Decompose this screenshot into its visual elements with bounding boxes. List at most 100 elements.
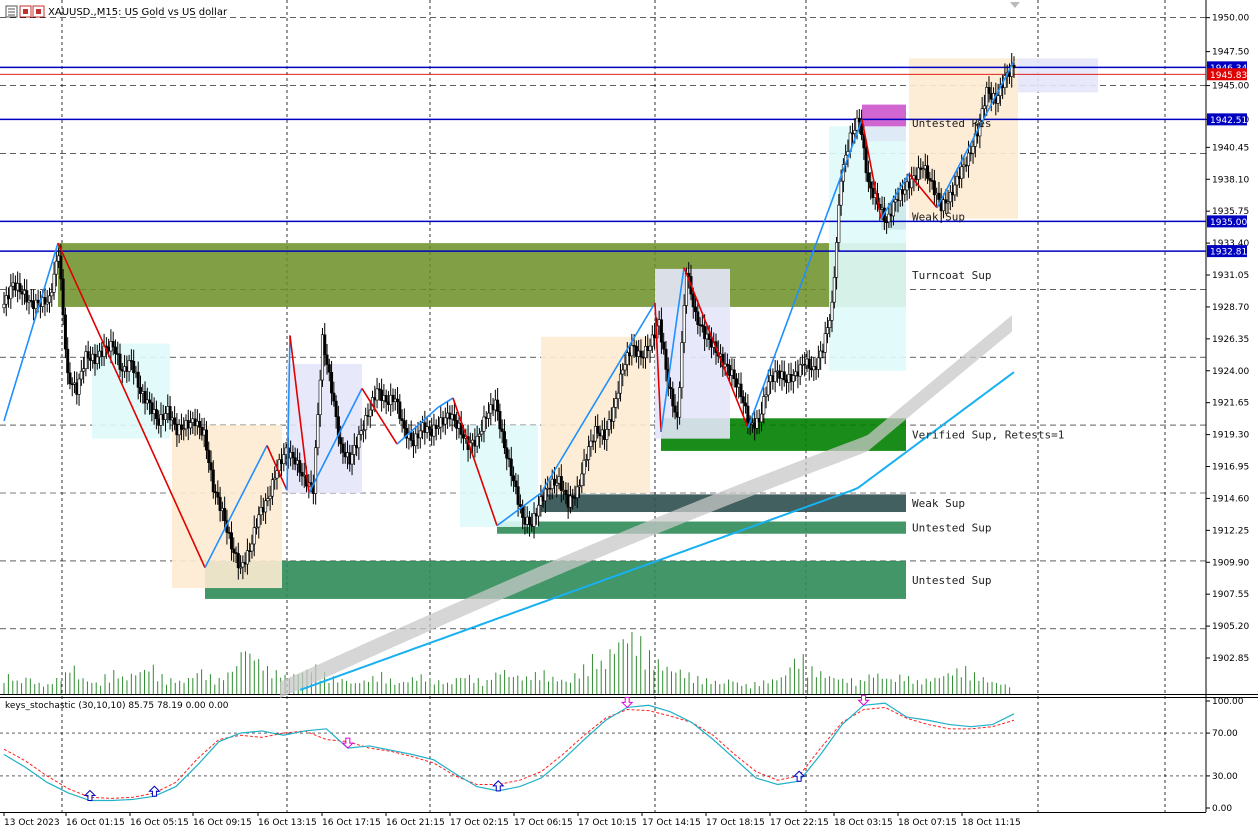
candle-body: [853, 130, 857, 134]
candle-body: [2, 303, 6, 309]
candle-body: [741, 396, 745, 404]
candle-body: [375, 388, 379, 401]
price-tick-label: 1905.20: [1212, 622, 1249, 632]
candle-body: [350, 454, 354, 465]
candle-body: [54, 260, 58, 275]
candle-body: [516, 486, 520, 505]
candle-body: [837, 204, 841, 243]
candle-body: [580, 473, 584, 486]
candle-body: [509, 458, 513, 477]
candle-body: [1012, 64, 1016, 68]
candle-body: [173, 417, 177, 425]
candle-body: [325, 354, 329, 365]
candle-body: [236, 553, 240, 569]
candle-body: [707, 333, 711, 340]
candle-body: [807, 358, 811, 369]
candle-body: [662, 341, 666, 350]
candle-body: [209, 462, 213, 471]
candle-body: [316, 414, 320, 449]
candle-body: [50, 292, 54, 297]
candle-body: [334, 400, 338, 417]
candle-body: [82, 368, 86, 372]
candle-body: [189, 422, 193, 429]
candle-body: [275, 470, 279, 479]
candle-body: [621, 369, 625, 375]
candle-body: [339, 437, 343, 445]
candle-body: [314, 447, 318, 494]
candle-body: [798, 364, 802, 377]
candle-body: [671, 388, 675, 407]
stoch-tick-label: 100.00: [1212, 697, 1244, 707]
candle-body: [164, 413, 168, 420]
candle-body: [229, 532, 233, 550]
zone-label: Untested Res: [912, 117, 991, 130]
candle-body: [475, 436, 479, 447]
candle-body: [198, 420, 202, 428]
candle-body: [63, 314, 67, 350]
price-tick-label: 1907.55: [1212, 590, 1249, 600]
candle-body: [359, 430, 363, 435]
price-tick-label: 1909.90: [1212, 558, 1249, 568]
candle-body: [518, 504, 522, 507]
price-tick-label: 1912.25: [1212, 526, 1249, 536]
time-tick-label: 16 Oct 21:15: [386, 818, 445, 828]
candle-body: [266, 498, 270, 502]
stoch-tick-label: 70.00: [1212, 729, 1238, 739]
candle-body: [762, 396, 766, 415]
price-tag-text: 1942.51: [1210, 116, 1247, 126]
candle-body: [245, 550, 249, 565]
candle-body: [148, 399, 152, 403]
candle-body: [282, 454, 286, 465]
candle-body: [250, 543, 254, 552]
candle-body: [960, 166, 964, 179]
candle-body: [427, 426, 431, 430]
candle-body: [270, 479, 274, 497]
candle-body: [932, 180, 936, 196]
indicator-pane[interactable]: [0, 697, 1206, 812]
price-tag-text: 1932.81: [1210, 248, 1247, 258]
candle-body: [605, 429, 609, 440]
candle-body: [825, 327, 829, 335]
candle-body: [496, 399, 500, 412]
candle-body: [830, 301, 834, 321]
candle-body: [323, 334, 327, 356]
time-tick-label: 16 Oct 09:15: [193, 818, 252, 828]
candle-body: [502, 431, 506, 449]
price-tick-label: 1926.35: [1212, 335, 1249, 345]
candle-body: [512, 475, 516, 482]
candle-body: [953, 184, 957, 196]
time-tick-label: 17 Oct 02:15: [450, 818, 509, 828]
candle-body: [452, 414, 456, 421]
candle-body: [616, 392, 620, 400]
candle-body: [828, 320, 832, 328]
candle-body: [498, 410, 502, 430]
candle-body: [537, 504, 541, 517]
candle-body: [514, 480, 518, 487]
candle-body: [79, 370, 83, 380]
candle-body: [396, 398, 400, 403]
candle-body: [648, 345, 652, 351]
chart-title: XAUUSD.,M15: US Gold vs US dollar: [5, 5, 228, 18]
candle-body: [9, 285, 13, 300]
candle-body: [823, 333, 827, 353]
candle-body: [61, 278, 65, 316]
candle-body: [268, 495, 272, 499]
candle-body: [357, 434, 361, 449]
fib-box: [287, 363, 362, 493]
time-tick-label: 16 Oct 17:15: [322, 818, 381, 828]
candle-body: [113, 346, 117, 354]
time-tick-label: 17 Oct 14:15: [642, 818, 701, 828]
zone-label: Verified Sup, Retests=1: [912, 429, 1064, 442]
stoch-tick-label: 30.00: [1212, 772, 1238, 782]
candle-body: [839, 180, 843, 206]
time-tick-label: 13 Oct 2023: [4, 818, 60, 828]
chart-canvas[interactable]: Untested Res Weak Sup Turncoat Sup Verified…: [0, 0, 1258, 832]
time-tick-label: 17 Oct 10:15: [578, 818, 637, 828]
window-menu-icon[interactable]: [5, 5, 18, 18]
fib-box: [541, 336, 650, 493]
candle-body: [136, 371, 140, 388]
candle-body: [766, 381, 770, 396]
candle-body: [477, 433, 481, 437]
candle-body: [521, 506, 525, 518]
candle-body: [398, 401, 402, 419]
